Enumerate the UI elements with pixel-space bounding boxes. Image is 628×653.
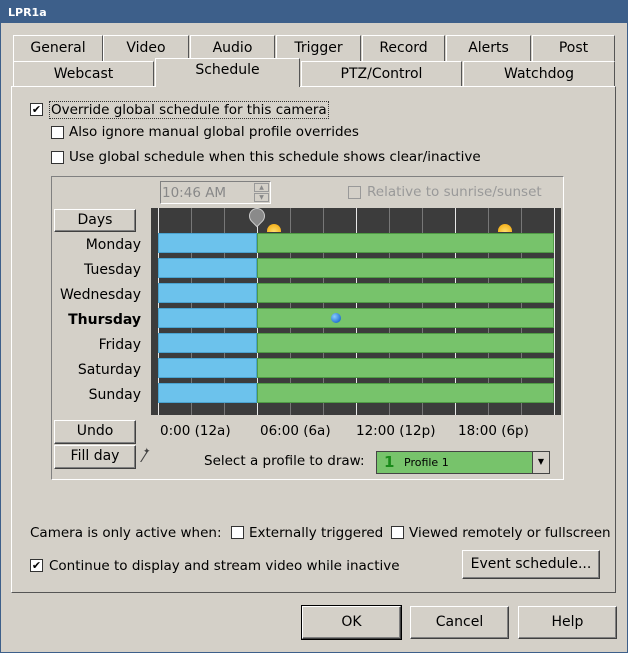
active-label: Camera is only active when: [30,525,222,541]
time-axis-label: 06:00 (6a) [260,423,331,439]
relative-label: Relative to sunrise/sunset [367,184,542,200]
tab-schedule[interactable]: Schedule [155,58,300,87]
schedule-timeline[interactable] [151,204,561,415]
time-input[interactable]: 10:46 AM ▲ ▼ [160,181,271,204]
chevron-down-icon[interactable]: ▼ [532,452,549,473]
schedule-segment[interactable] [257,258,554,278]
ok-button[interactable]: OK [301,605,402,640]
continue-label[interactable]: Continue to display and stream video whi… [49,558,400,574]
spin-up-icon[interactable]: ▲ [254,183,269,192]
profile-select[interactable]: 1 Profile 1 ▼ [376,451,550,474]
use-global-checkbox[interactable] [51,151,64,164]
tab-alerts[interactable]: Alerts [446,35,531,61]
profile-select-label: Select a profile to draw: [204,453,365,469]
tab-watchdog[interactable]: Watchdog [463,61,615,87]
sparkle-icon: ✦ [143,447,151,457]
schedule-segment[interactable] [158,258,257,278]
spin-down-icon[interactable]: ▼ [254,193,269,202]
ignore-manual-label[interactable]: Also ignore manual global profile overri… [69,124,359,140]
ext-triggered-label[interactable]: Externally triggered [249,525,383,541]
time-value: 10:46 AM [162,185,227,201]
tab-webcast[interactable]: Webcast [13,61,154,87]
day-label-sunday: Sunday [88,387,141,403]
use-global-label[interactable]: Use global schedule when this schedule s… [69,149,481,165]
hour-gridline [554,208,555,415]
fill-day-button[interactable]: Fill day [54,445,136,469]
day-label-thursday: Thursday [68,312,141,328]
override-label[interactable]: Override global schedule for this camera [49,101,329,119]
schedule-segment[interactable] [158,283,257,303]
day-label-friday: Friday [98,337,141,353]
title-bar: LPR1a [1,1,627,23]
help-button[interactable]: Help [518,606,617,639]
override-checkbox[interactable]: ✔ [30,103,43,116]
continue-checkbox[interactable]: ✔ [30,559,43,572]
schedule-segment[interactable] [257,308,554,328]
schedule-segment[interactable] [257,358,554,378]
schedule-segment[interactable] [158,308,257,328]
dialog-window: LPR1a General Video Audio Trigger Record Aler… [0,0,628,653]
location-pin-icon[interactable] [245,204,269,228]
profile-number: 1 [384,453,395,471]
time-axis-label: 18:00 (6p) [458,423,529,439]
viewed-remote-checkbox[interactable] [391,526,404,539]
ignore-manual-checkbox[interactable] [51,126,64,139]
time-axis-label: 0:00 (12a) [160,423,231,439]
schedule-segment[interactable] [257,333,554,353]
cancel-button[interactable]: Cancel [410,606,509,639]
viewed-remote-label[interactable]: Viewed remotely or fullscreen [409,525,611,541]
sunset-icon [497,224,512,232]
relative-checkbox[interactable] [348,186,361,199]
tab-general[interactable]: General [13,35,103,61]
schedule-segment[interactable] [257,233,554,253]
current-time-marker [330,313,341,323]
day-label-saturday: Saturday [77,362,141,378]
undo-button[interactable]: Undo [54,420,136,444]
schedule-segment[interactable] [257,283,554,303]
event-schedule-button[interactable]: Event schedule... [462,550,600,579]
schedule-segment[interactable] [158,333,257,353]
tab-ptz-control[interactable]: PTZ/Control [301,61,462,87]
tab-post[interactable]: Post [532,35,615,61]
day-label-tuesday: Tuesday [84,262,141,278]
schedule-segment[interactable] [257,383,554,403]
time-axis-label: 12:00 (12p) [356,423,436,439]
schedule-segment[interactable] [158,383,257,403]
sunrise-icon [266,224,281,232]
day-label-monday: Monday [85,237,141,253]
tab-record[interactable]: Record [362,35,445,61]
schedule-segment[interactable] [158,233,257,253]
schedule-segment[interactable] [158,358,257,378]
profile-value: Profile 1 [404,456,449,469]
day-label-wednesday: Wednesday [59,287,141,303]
ext-triggered-checkbox[interactable] [231,526,244,539]
days-button[interactable]: Days [54,209,136,232]
